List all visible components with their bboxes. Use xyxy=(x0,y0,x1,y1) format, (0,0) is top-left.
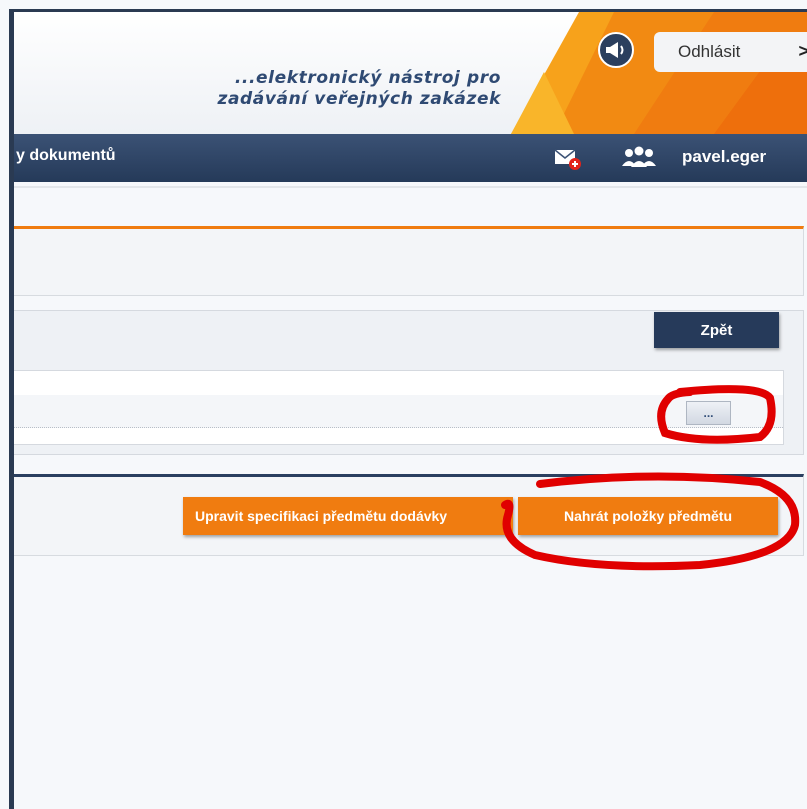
app-window: ...elektronický nástroj pro zadávání veř… xyxy=(0,0,807,809)
users-icon[interactable] xyxy=(620,146,658,173)
app-header: ...elektronický nástroj pro zadávání veř… xyxy=(14,12,807,134)
tagline-line-2: zadávání veřejných zakázek xyxy=(217,89,501,109)
chevron-right-icon: > xyxy=(798,41,807,61)
logout-button[interactable]: Odhlásit > xyxy=(654,32,807,72)
nav-item-documents[interactable]: y dokumentů xyxy=(16,147,116,165)
info-panel xyxy=(14,226,804,296)
announcements-button[interactable] xyxy=(598,32,634,68)
megaphone-icon xyxy=(606,42,624,58)
window-left-border xyxy=(9,9,14,809)
upload-items-button[interactable]: Nahrát položky předmětu xyxy=(518,497,778,535)
window-top-border xyxy=(9,9,807,12)
tagline-line-1: ...elektronický nástroj pro xyxy=(234,68,501,88)
detail-row xyxy=(14,395,783,428)
edit-specification-button[interactable]: Upravit specifikaci předmětu dodávky xyxy=(183,497,513,535)
username-label[interactable]: pavel.eger xyxy=(682,147,766,167)
app-tagline: ...elektronický nástroj pro zadávání veř… xyxy=(217,68,501,110)
more-options-button[interactable]: ... xyxy=(686,401,731,425)
logout-label: Odhlásit xyxy=(678,42,741,61)
divider xyxy=(14,186,807,188)
mail-icon[interactable] xyxy=(554,148,582,175)
back-button[interactable]: Zpět xyxy=(654,312,779,348)
main-navbar: y dokumentů pavel.eger xyxy=(14,134,807,182)
